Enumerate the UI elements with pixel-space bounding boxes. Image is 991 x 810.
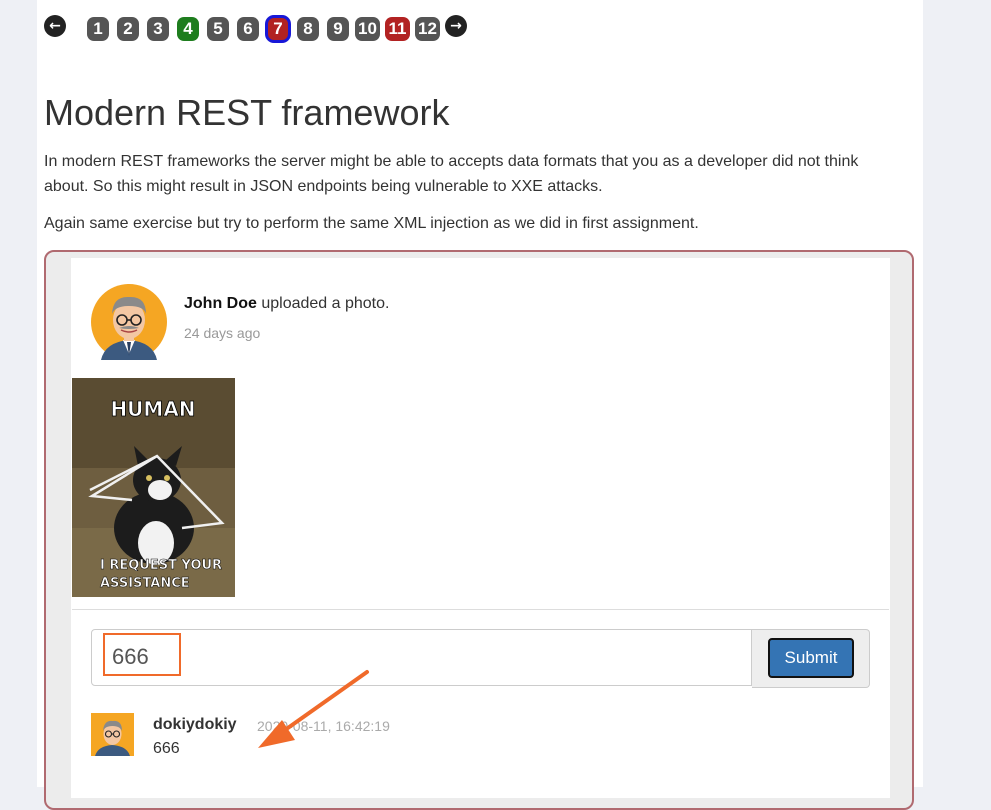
page-button-11[interactable]: 11 xyxy=(385,17,410,41)
page-button-1[interactable]: 1 xyxy=(87,17,109,41)
cat-meme-photo: HUMAN I REQUEST YOUR ASSISTANCE xyxy=(72,378,235,597)
post-time: 24 days ago xyxy=(184,325,261,341)
photo-caption-top: HUMAN xyxy=(110,397,195,421)
page-button-7[interactable]: 7 xyxy=(265,15,291,43)
post-header: John Doe uploaded a photo. xyxy=(184,295,389,313)
photo-caption-bottom-2: ASSISTANCE xyxy=(100,576,190,591)
submit-button[interactable]: Submit xyxy=(768,638,854,678)
comment-username[interactable]: dokiydokiy xyxy=(153,716,237,734)
post-action: uploaded a photo. xyxy=(256,295,390,312)
author-avatar xyxy=(91,284,167,360)
page-title: Modern REST framework xyxy=(44,92,450,133)
divider xyxy=(72,609,889,610)
page-button-3[interactable]: 3 xyxy=(147,17,169,41)
photo-caption-bottom-1: I REQUEST YOUR xyxy=(100,558,222,573)
page-button-4[interactable]: 4 xyxy=(177,17,199,41)
arrow-left-icon[interactable]: ← xyxy=(44,15,66,37)
commenter-avatar xyxy=(91,713,134,756)
comment-input[interactable] xyxy=(91,629,752,686)
page-button-5[interactable]: 5 xyxy=(207,17,229,41)
page-button-6[interactable]: 6 xyxy=(237,17,259,41)
annotation-highlight-box xyxy=(103,633,181,676)
post-author[interactable]: John Doe xyxy=(184,295,257,312)
comment-text: 666 xyxy=(153,740,180,757)
arrow-right-icon[interactable]: → xyxy=(445,15,467,37)
page-button-9[interactable]: 9 xyxy=(327,17,349,41)
comment-timestamp: 2020-08-11, 16:42:19 xyxy=(257,718,390,734)
lesson-description: In modern REST frameworks the server mig… xyxy=(44,153,859,195)
page-button-8[interactable]: 8 xyxy=(297,17,319,41)
page-button-12[interactable]: 12 xyxy=(415,17,440,41)
page-button-10[interactable]: 10 xyxy=(355,17,380,41)
page-button-2[interactable]: 2 xyxy=(117,17,139,41)
lesson-instruction: Again same exercise but try to perform t… xyxy=(44,215,699,232)
